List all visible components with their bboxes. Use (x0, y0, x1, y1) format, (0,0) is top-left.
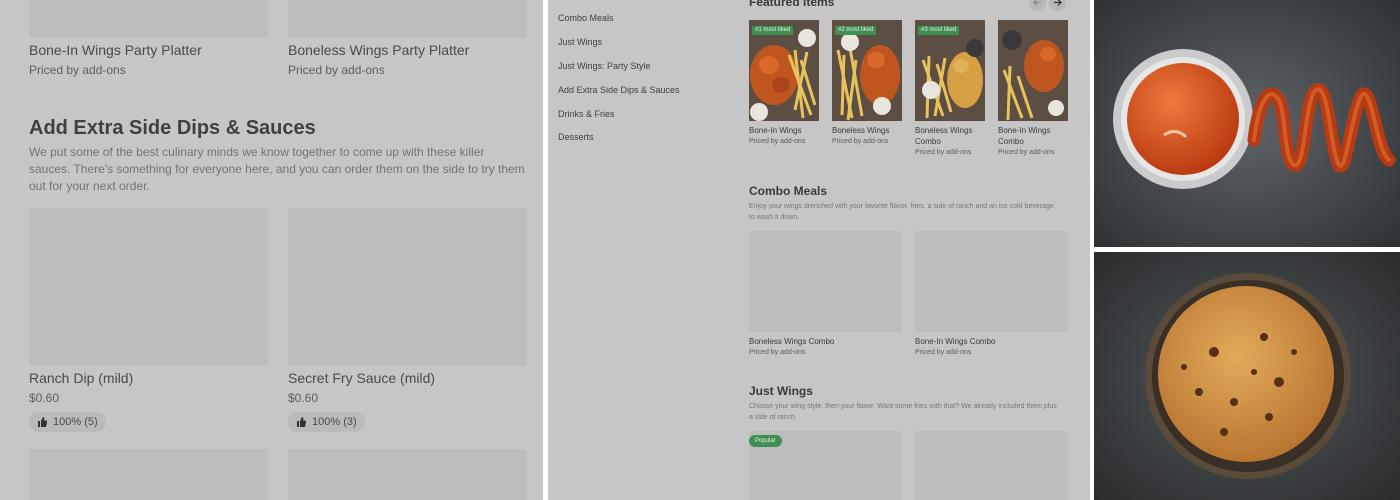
carousel-prev-button[interactable] (1029, 0, 1046, 11)
combo-item-price: Priced by add-ons (749, 349, 806, 356)
menu-item-name: Ranch Dip (mild) (29, 370, 134, 386)
nav-item-side-dips[interactable]: Add Extra Side Dips & Sauces (558, 85, 680, 95)
menu-item-image (29, 0, 268, 38)
nav-item-party-style[interactable]: Just Wings: Party Style (558, 61, 651, 71)
wings-fries-photo (998, 20, 1068, 121)
store-menu-panel: Combo Meals Just Wings Just Wings: Party… (548, 0, 1090, 500)
most-liked-badge: #1 most liked (752, 26, 794, 35)
menu-item-card[interactable]: Boneless Wings Party Platter Priced by a… (288, 0, 527, 78)
featured-item-card[interactable]: Bone-In Wings Combo Priced by add-ons (998, 20, 1068, 158)
just-wings-item-image[interactable] (915, 431, 1068, 500)
wings-fries-photo (915, 20, 985, 121)
featured-item-price: Priced by add-ons (832, 138, 889, 145)
rating-text: 100% (5) (53, 416, 98, 428)
carousel-next-button[interactable] (1049, 0, 1066, 11)
combo-item-card[interactable]: Bone-In Wings Combo Priced by add-ons (915, 231, 1068, 358)
combo-meals-title: Combo Meals (749, 184, 828, 198)
combo-item-image (749, 231, 902, 332)
nav-item-combo-meals[interactable]: Combo Meals (558, 13, 614, 23)
featured-item-price: Priced by add-ons (998, 149, 1055, 156)
menu-item-image (288, 208, 527, 366)
featured-item-card[interactable]: #1 most liked Bone-In Wings Priced by ad… (749, 20, 819, 147)
menu-item-name: Boneless Wings Party Platter (288, 42, 470, 58)
menu-item-price: $0.60 (288, 391, 319, 405)
nav-item-drinks-fries[interactable]: Drinks & Fries (558, 109, 615, 119)
combo-item-price: Priced by add-ons (915, 349, 972, 356)
menu-item-image (29, 208, 268, 366)
wings-fries-photo (749, 20, 819, 121)
featured-item-image (998, 20, 1068, 121)
featured-item-price: Priced by add-ons (749, 138, 806, 145)
arrow-left-icon (1033, 0, 1041, 6)
most-liked-badge: #3 most liked (918, 26, 960, 35)
featured-item-price: Priced by add-ons (915, 149, 972, 156)
wings-fries-photo (832, 20, 902, 121)
popular-badge: Popular (749, 435, 782, 447)
featured-item-card[interactable]: #2 most liked Boneless Wings Priced by a… (832, 20, 902, 147)
featured-item-name: Bone-In Wings (749, 126, 802, 135)
arrow-right-icon (1054, 0, 1062, 6)
menu-item-price: $0.60 (29, 391, 60, 405)
featured-item-image: #2 most liked (832, 20, 902, 121)
menu-item-image[interactable] (288, 449, 527, 500)
nav-item-just-wings[interactable]: Just Wings (558, 37, 602, 47)
cookie-photo-illustration (1094, 252, 1400, 500)
rating-badge: 100% (3) (288, 412, 365, 432)
featured-item-name: Boneless Wings (832, 126, 890, 135)
combo-item-name: Boneless Wings Combo (749, 337, 835, 346)
combo-meals-description: Enjoy your wings drenched with your favo… (749, 203, 1054, 221)
rating-text: 100% (3) (312, 416, 357, 428)
most-liked-badge: #2 most liked (835, 26, 877, 35)
nav-item-desserts[interactable]: Desserts (558, 132, 594, 142)
section-description: We put some of the best culinary minds w… (29, 145, 525, 193)
menu-item-name: Secret Fry Sauce (mild) (288, 370, 436, 386)
menu-item-price: Priced by add-ons (29, 63, 126, 77)
menu-item-name: Bone-In Wings Party Platter (29, 42, 202, 58)
thumbs-up-icon (297, 417, 306, 427)
just-wings-description: Choose your wing style, then your flavor… (749, 403, 1057, 421)
menu-section-panel: Bone-In Wings Party Platter Priced by ad… (0, 0, 543, 500)
menu-item-image[interactable] (29, 449, 268, 500)
featured-item-image: #1 most liked (749, 20, 819, 121)
section-title: Add Extra Side Dips & Sauces (29, 117, 316, 139)
screenshot-collage: Bone-In Wings Party Platter Priced by ad… (0, 0, 1400, 500)
menu-item-card[interactable]: Bone-In Wings Party Platter Priced by ad… (29, 0, 268, 78)
combo-item-card[interactable]: Boneless Wings Combo Priced by add-ons (749, 231, 902, 358)
featured-item-name: Bone-In Wings Combo (998, 126, 1051, 146)
featured-items-title: Featured items (749, 0, 835, 9)
sauce-photo-illustration (1094, 0, 1400, 247)
menu-item-price: Priced by add-ons (288, 63, 385, 77)
menu-item-card[interactable]: Ranch Dip (mild) $0.60 100% (5) (29, 208, 268, 432)
just-wings-title: Just Wings (749, 384, 813, 398)
menu-item-image (288, 0, 527, 38)
thumbs-up-icon (38, 417, 47, 427)
featured-item-card[interactable]: #3 most liked Boneless Wings Combo Price… (915, 20, 985, 158)
sauce-cup-photo (1094, 0, 1400, 247)
featured-item-name: Boneless Wings Combo (915, 126, 973, 146)
cookie-photo (1094, 252, 1400, 500)
rating-badge: 100% (5) (29, 412, 106, 432)
combo-item-name: Bone-In Wings Combo (915, 337, 996, 346)
menu-item-card[interactable]: Secret Fry Sauce (mild) $0.60 100% (3) (288, 208, 527, 432)
featured-item-image: #3 most liked (915, 20, 985, 121)
combo-item-image (915, 231, 1068, 332)
